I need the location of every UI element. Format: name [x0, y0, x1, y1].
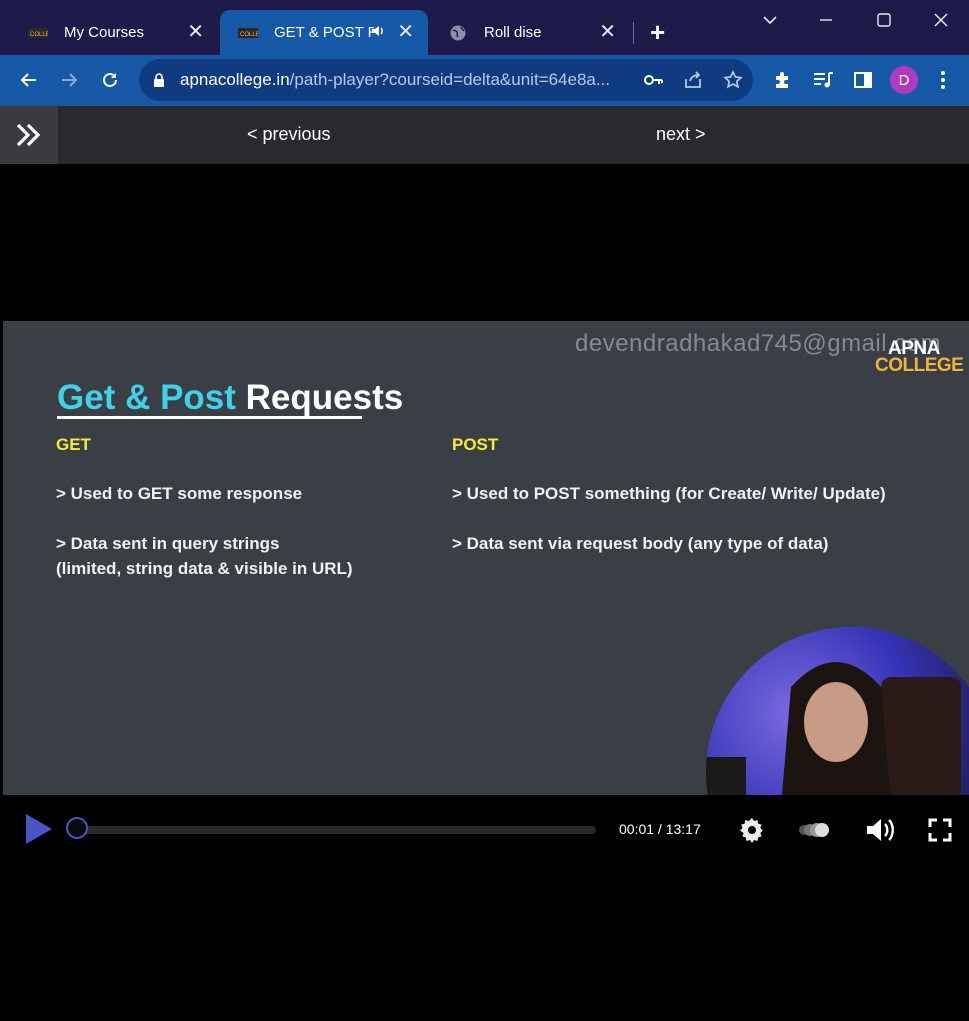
url-domain: apnacollege.in	[180, 70, 290, 89]
forward-icon[interactable]	[53, 64, 85, 96]
title-underline	[57, 416, 362, 419]
volume-icon[interactable]	[864, 815, 898, 850]
key-icon[interactable]	[643, 71, 663, 94]
new-tab-button[interactable]: +	[650, 17, 665, 47]
apna-college-favicon: COLLEGE	[238, 26, 258, 40]
playback-speed-icon[interactable]	[798, 818, 832, 847]
time-display: 00:01 / 13:17	[619, 821, 701, 837]
maximize-icon[interactable]	[864, 6, 904, 34]
slide-title: Get & Post Requests	[57, 378, 403, 418]
get-point-2: > Data sent in query strings	[56, 534, 280, 553]
tab-roll-dise[interactable]: Roll dise ✕	[430, 10, 630, 55]
close-tab-icon[interactable]: ✕	[599, 22, 616, 42]
tab-my-courses[interactable]: COLLEGE My Courses ✕	[10, 10, 218, 55]
bookmark-star-icon[interactable]	[723, 70, 743, 95]
share-icon[interactable]	[683, 70, 703, 95]
tab-title: Roll dise	[484, 24, 542, 41]
tab-search-icon[interactable]	[750, 6, 790, 34]
post-point-2: > Data sent via request body (any type o…	[452, 534, 829, 553]
seek-handle[interactable]	[66, 817, 88, 839]
extensions-puzzle-icon[interactable]	[773, 70, 793, 95]
college-logo-text: COLLEGE	[875, 355, 964, 376]
svg-text:COLLEGE: COLLEGE	[240, 32, 258, 38]
url-path: /path-player?courseid=delta&unit=64e8a..…	[289, 70, 611, 89]
minimize-icon[interactable]	[806, 6, 846, 34]
slide-title-rest: Requests	[245, 378, 404, 417]
previous-link[interactable]: < previous	[247, 124, 331, 145]
post-heading: POST	[452, 435, 499, 454]
fullscreen-icon[interactable]	[928, 818, 952, 847]
apna-college-favicon: COLLEGE	[28, 26, 48, 40]
more-menu-icon[interactable]	[935, 70, 951, 95]
tab-get-post-requests[interactable]: COLLEGE GET & POST Re ✕	[220, 10, 428, 55]
audio-playing-icon[interactable]	[370, 23, 386, 43]
close-tab-icon[interactable]: ✕	[397, 22, 414, 42]
profile-avatar[interactable]: D	[890, 66, 918, 94]
seek-bar[interactable]	[78, 826, 596, 834]
get-point-3: (limited, string data & visible in URL)	[56, 559, 353, 578]
instructor-webcam	[706, 627, 969, 795]
tab-title: My Courses	[64, 24, 145, 41]
tab-title: GET & POST Re	[274, 24, 374, 41]
get-point-1: > Used to GET some response	[56, 484, 303, 503]
post-point-1: > Used to POST something (for Create/ Wr…	[452, 484, 886, 503]
media-control-icon[interactable]	[812, 70, 834, 95]
lock-icon[interactable]	[153, 73, 165, 92]
play-icon[interactable]	[25, 813, 53, 850]
url-text[interactable]: apnacollege.in/path-player?courseid=delt…	[180, 70, 610, 90]
close-window-icon[interactable]	[921, 6, 961, 34]
svg-text:COLLEGE: COLLEGE	[30, 32, 48, 38]
course-nav-bar	[0, 106, 969, 164]
reload-icon[interactable]	[94, 64, 126, 96]
next-link[interactable]: next >	[656, 124, 706, 145]
back-icon[interactable]	[13, 64, 45, 96]
get-heading: GET	[56, 435, 91, 454]
tab-separator	[633, 22, 634, 44]
globe-icon	[448, 25, 468, 40]
sidebar-expand-icon[interactable]	[0, 106, 58, 164]
settings-gear-icon[interactable]	[738, 816, 766, 849]
side-panel-icon[interactable]	[853, 70, 873, 95]
slide-title-accent: Get & Post	[57, 378, 236, 417]
email-watermark: devendradhakad745@gmail.com	[575, 330, 942, 357]
close-tab-icon[interactable]: ✕	[187, 22, 204, 42]
